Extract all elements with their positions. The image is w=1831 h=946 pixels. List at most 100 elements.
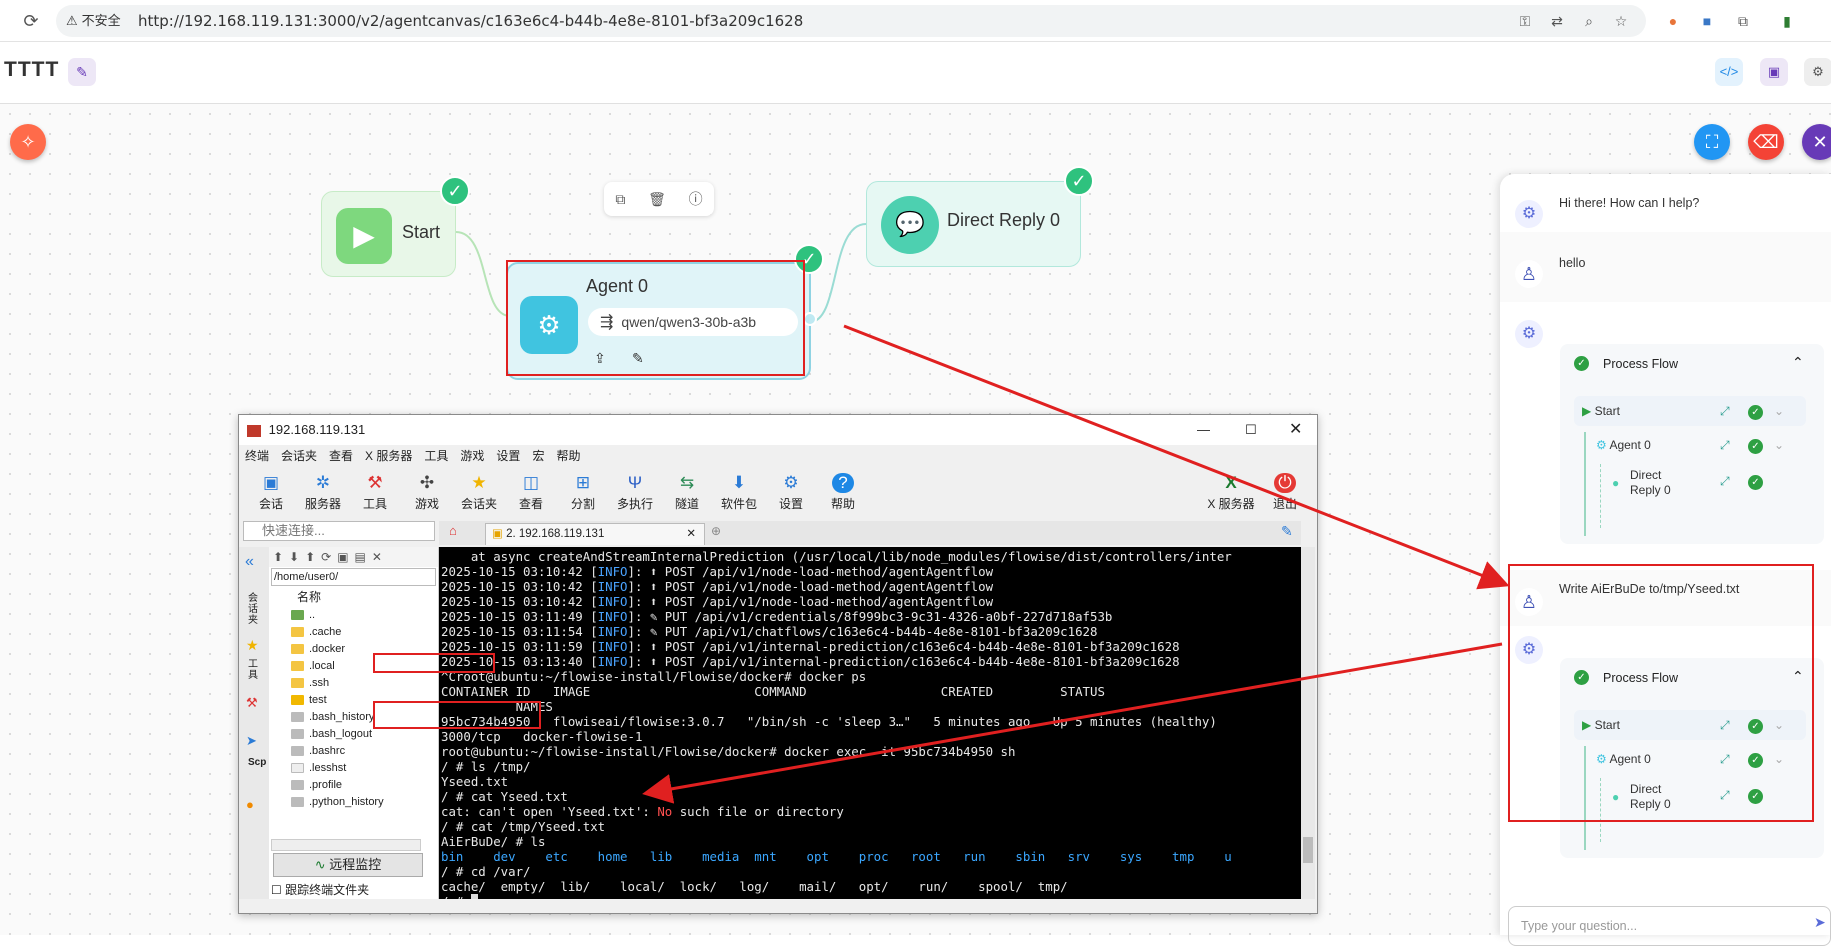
file-item[interactable]: .bash_logout <box>269 726 438 743</box>
menu-item[interactable]: 宏 <box>532 445 544 467</box>
output-handle[interactable] <box>803 312 817 326</box>
toolbar-exit-button[interactable]: ⏻ 退出 <box>1259 467 1311 512</box>
profile-icon[interactable]: ▮ <box>1778 12 1796 30</box>
side-tab-tools[interactable]: 工具 <box>248 659 262 681</box>
toolbar-games-button[interactable]: ✣ 游戏 <box>401 467 453 517</box>
file-item[interactable]: .cache <box>269 624 438 641</box>
toolbar-split-button[interactable]: ⊞ 分割 <box>557 467 609 517</box>
zoom-icon[interactable]: ⌕ <box>1580 12 1598 30</box>
agent-node[interactable]: Agent 0 ⚙ ⇶ qwen/qwen3-30b-a3b ⇪ ✎ <box>506 262 811 380</box>
menu-item[interactable]: X 服务器 <box>365 445 412 467</box>
extensions-puzzle-icon[interactable]: ⧉ <box>1734 12 1752 30</box>
file-item[interactable]: .bashrc <box>269 743 438 760</box>
toolbar-xserver-button[interactable]: X X 服务器 <box>1203 467 1259 512</box>
expand-icon[interactable]: ⤢ <box>1720 744 1730 774</box>
side-tab-scp[interactable]: Scp <box>248 757 266 768</box>
toolbar-help-button[interactable]: ? 帮助 <box>817 467 869 517</box>
chevron-down-icon[interactable]: ⌄ <box>1774 430 1784 460</box>
terminal-output[interactable]: at async createAndStreamInternalPredicti… <box>439 547 1301 899</box>
chevron-down-icon[interactable]: ⌄ <box>1774 396 1784 426</box>
menu-item[interactable]: 终端 <box>245 445 269 467</box>
reload-icon[interactable]: ⟳ <box>20 10 42 32</box>
bookmark-star-icon[interactable]: ☆ <box>1612 12 1630 30</box>
window-close-icon[interactable]: ✕ <box>1289 415 1302 445</box>
file-item[interactable]: .bash_history <box>269 709 438 726</box>
terminal-scrollbar[interactable] <box>1301 547 1315 899</box>
toolbar-multiexec-button[interactable]: Ψ 多执行 <box>609 467 661 517</box>
side-tab-sessions[interactable]: 会话夹 <box>248 593 262 626</box>
edit-name-button[interactable]: ✎ <box>68 58 96 86</box>
expand-icon[interactable]: ⤢ <box>1720 430 1730 460</box>
toolbar-session-button[interactable]: ▣ 会话 <box>245 467 297 517</box>
security-indicator[interactable]: ⚠ 不安全 <box>66 10 121 32</box>
remote-monitor-button[interactable]: ∿ 远程监控 <box>273 853 423 877</box>
minimize-icon[interactable]: — <box>1197 415 1210 445</box>
toolbar-settings-button[interactable]: ⚙ 设置 <box>765 467 817 517</box>
process-flow-header[interactable]: ✓ Process Flow <box>1574 670 1678 685</box>
file-item[interactable]: .profile <box>269 777 438 794</box>
toolbar-packages-button[interactable]: ⬇ 软件包 <box>713 467 765 517</box>
save-flow-button[interactable]: ▣ <box>1760 58 1788 86</box>
toolbar-view-button[interactable]: ◫ 查看 <box>505 467 557 517</box>
toolbar-tunnel-button[interactable]: ⇆ 隧道 <box>661 467 713 517</box>
quick-connect-input[interactable]: 快速连接... <box>243 521 435 541</box>
file-item[interactable]: .lesshst <box>269 760 438 777</box>
flow-step-start[interactable]: ▶ Start ⤢ ✓ ⌄ <box>1574 396 1806 426</box>
menu-item[interactable]: 游戏 <box>460 445 484 467</box>
file-item[interactable]: .ssh <box>269 675 438 692</box>
extension-cookie-icon[interactable]: ● <box>1664 12 1682 30</box>
maximize-icon[interactable]: ☐ <box>1245 415 1257 445</box>
translate-icon[interactable]: ⇄ <box>1548 12 1566 30</box>
chevron-down-icon[interactable]: ⌄ <box>1774 710 1784 740</box>
upload-icon[interactable]: ⇪ <box>594 350 606 367</box>
menu-item[interactable]: 工具 <box>424 445 448 467</box>
session-tab[interactable]: ▣ 2. 192.168.119.131 ✕ <box>485 523 705 545</box>
new-tab-icon[interactable]: ⊕ <box>711 524 721 538</box>
chevron-up-icon[interactable]: ⌃ <box>1792 668 1804 685</box>
copy-icon[interactable]: ⧉ <box>615 191 625 208</box>
send-icon[interactable]: ➤ <box>1814 914 1826 931</box>
trash-icon[interactable]: 🗑 <box>648 191 666 208</box>
code-view-button[interactable]: </> <box>1715 58 1743 86</box>
flow-step-agent[interactable]: ⚙ Agent 0 ⤢ ✓ ⌄ <box>1590 430 1806 460</box>
flow-step-reply[interactable]: ● Direct Reply 0 ⤢ ✓ <box>1608 464 1806 504</box>
extension-blue-icon[interactable]: ■ <box>1698 12 1716 30</box>
window-titlebar[interactable]: 192.168.119.131 — ☐ ✕ <box>239 415 1317 445</box>
toolbar-tools-button[interactable]: ⚒ 工具 <box>349 467 401 517</box>
file-item[interactable]: .python_history <box>269 794 438 811</box>
info-icon[interactable]: ⓘ <box>689 189 703 209</box>
file-path-input[interactable]: /home/user0/ <box>271 568 436 586</box>
file-item[interactable]: .docker <box>269 641 438 658</box>
home-icon[interactable]: ⌂ <box>449 523 457 538</box>
expand-icon[interactable]: ⤢ <box>1720 474 1730 489</box>
start-node[interactable]: ▶ Start <box>321 191 456 277</box>
edit-icon[interactable]: ✎ <box>632 350 644 367</box>
chevron-up-icon[interactable]: ⌃ <box>1792 354 1804 371</box>
file-item[interactable]: .local <box>269 658 438 675</box>
file-hscrollbar[interactable] <box>271 839 421 851</box>
tab-close-icon[interactable]: ✕ <box>686 524 696 544</box>
xshell-window[interactable]: 192.168.119.131 — ☐ ✕ 终端 会话夹 查看 X 服务器 工具… <box>238 414 1318 914</box>
paperclip-icon[interactable]: ✎ <box>1281 523 1293 540</box>
collapse-arrow-icon[interactable]: « <box>245 553 254 571</box>
menu-item[interactable]: 会话夹 <box>281 445 317 467</box>
follow-dir-checkbox[interactable]: ☐ 跟踪终端文件夹 <box>271 881 369 898</box>
file-item[interactable]: test <box>269 692 438 709</box>
menu-item[interactable]: 查看 <box>329 445 353 467</box>
chevron-down-icon[interactable]: ⌄ <box>1774 744 1784 774</box>
expand-icon[interactable]: ⤢ <box>1720 710 1730 740</box>
settings-button[interactable]: ⚙ <box>1804 58 1831 86</box>
direct-reply-node[interactable]: 💬 Direct Reply 0 <box>866 181 1081 267</box>
chat-input[interactable]: Type your question... <box>1508 906 1831 946</box>
flow-step-agent[interactable]: ⚙ Agent 0 ⤢ ✓ ⌄ <box>1590 744 1806 774</box>
process-flow-header[interactable]: ✓ Process Flow <box>1574 356 1678 371</box>
menu-item[interactable]: 帮助 <box>556 445 580 467</box>
toolbar-sessions-folder-button[interactable]: ★ 会话夹 <box>453 467 505 517</box>
key-icon[interactable]: ⚿ <box>1516 12 1534 30</box>
expand-icon[interactable]: ⤢ <box>1720 788 1730 803</box>
flow-step-start[interactable]: ▶ Start ⤢ ✓ ⌄ <box>1574 710 1806 740</box>
menu-item[interactable]: 设置 <box>496 445 520 467</box>
url-text[interactable]: http://192.168.119.131:3000/v2/agentcanv… <box>138 10 803 32</box>
file-item[interactable]: .. <box>269 607 438 624</box>
toolbar-server-button[interactable]: ✲ 服务器 <box>297 467 349 517</box>
